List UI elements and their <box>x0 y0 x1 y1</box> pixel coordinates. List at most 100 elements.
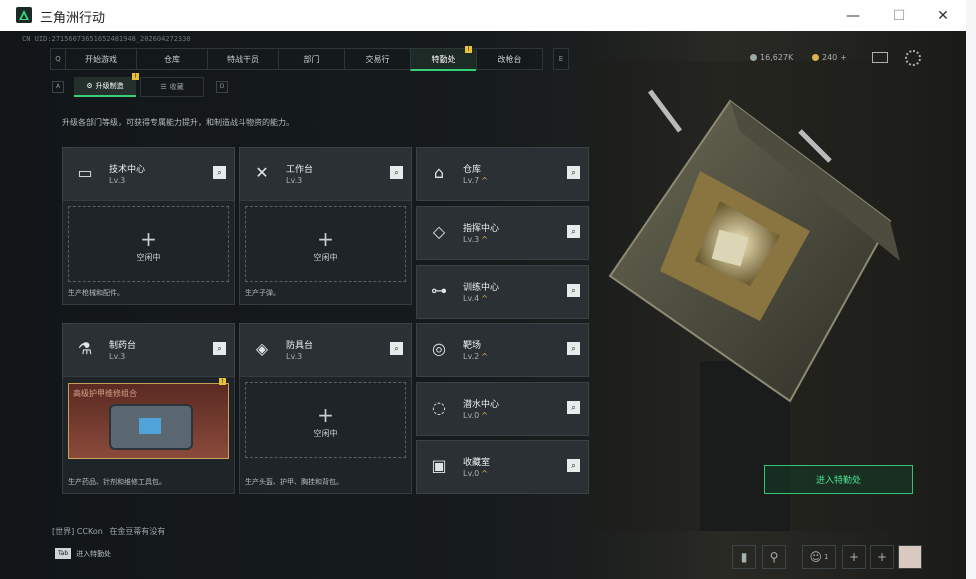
tab-gunsmith[interactable]: 改枪台 <box>476 48 543 70</box>
chat-user: CCKon <box>76 527 103 536</box>
search-icon[interactable]: ⌕ <box>567 284 580 297</box>
maximize-button[interactable]: ☐ <box>876 0 922 31</box>
dept-level: Lv.0 ^ <box>463 411 488 420</box>
workshop-name: 制药台 <box>109 341 137 351</box>
tab-hint-label: 进入特勤处 <box>76 549 112 558</box>
slot-description: 生产枪械和配件。 <box>68 289 124 297</box>
mail-icon[interactable] <box>872 52 888 63</box>
tab-trade[interactable]: 交易行 <box>344 48 410 70</box>
empty-slot: + 空闲中 <box>245 382 406 458</box>
add-icon: + <box>140 227 157 251</box>
currency-a: 16,627K <box>750 53 793 62</box>
dept-level: Lv.0 ^ <box>463 469 488 478</box>
chat-message[interactable]: [世界] CCKon 在金豆蒂有没有 <box>52 526 165 537</box>
search-icon[interactable]: ⌕ <box>567 401 580 414</box>
monitor-icon: ▭ <box>77 162 93 182</box>
tab-warehouse[interactable]: 仓库 <box>136 48 207 70</box>
craft-slot-tech-center[interactable]: + 空闲中 生产枪械和配件。 <box>62 200 235 305</box>
currency-b: 240 + <box>812 53 847 62</box>
dept-level: Lv.7 ^ <box>463 176 488 185</box>
tab-special-ops[interactable]: 特勤处 ! <box>410 46 476 71</box>
chat-text: 在金豆蒂有没有 <box>109 527 166 536</box>
dept-name: 潜水中心 <box>463 400 500 410</box>
workshop-armor-bench[interactable]: ◈ 防具台 Lv.3 ⌕ <box>239 323 412 377</box>
display-case-icon: ▣ <box>431 455 447 475</box>
nav-prev-key[interactable]: Q <box>50 48 65 70</box>
pin-icon[interactable]: ⚲ <box>762 545 786 569</box>
command-diamond-icon: ◇ <box>432 221 446 241</box>
workshop-tech-center[interactable]: ▭ 技术中心 Lv.3 ⌕ <box>62 147 235 201</box>
subnav-prev-key[interactable]: A <box>52 81 64 93</box>
friends-button[interactable]: ☺ 1 <box>802 545 836 569</box>
search-icon[interactable]: ⌕ <box>390 166 403 179</box>
ready-badge: ! <box>219 378 226 385</box>
search-icon[interactable]: ⌕ <box>390 342 403 355</box>
minimize-button[interactable]: — <box>830 0 876 31</box>
slot-status: 空闲中 <box>136 253 161 262</box>
search-icon[interactable]: ⌕ <box>567 166 580 179</box>
add-icon: + <box>317 403 334 427</box>
search-icon[interactable]: ⌕ <box>567 342 580 355</box>
workshop-name: 技术中心 <box>109 165 146 175</box>
add-currency-button[interactable]: + <box>840 53 847 62</box>
page-description: 升级各部门等级，可获得专属能力提升，和制造战斗物资的能力。 <box>62 118 294 127</box>
craft-slot-workbench[interactable]: + 空闲中 生产子弹。 <box>239 200 412 305</box>
search-icon[interactable]: ⌕ <box>213 342 226 355</box>
workshop-workbench[interactable]: ✕ 工作台 Lv.3 ⌕ <box>239 147 412 201</box>
slot-description: 生产药品、针剂和维修工具包。 <box>68 478 166 486</box>
add-team-button[interactable]: + <box>870 545 894 569</box>
tab-operators[interactable]: 特战干员 <box>207 48 278 70</box>
gold-coin-icon <box>812 54 819 61</box>
currency-b-value: 240 <box>822 53 838 62</box>
dept-command-center[interactable]: ◇ 指挥中心 Lv.3 ^ ⌕ <box>416 206 589 260</box>
subnav-next-key[interactable]: D <box>216 81 228 93</box>
coin-icon <box>750 54 757 61</box>
craft-slot-pharmacy[interactable]: 高级护甲维修组合 ! 生产药品、针剂和维修工具包。 <box>62 376 235 494</box>
sub-nav: A ⚙ 升级制造 ! ☰ 收藏 D <box>52 73 228 97</box>
add-icon: + <box>317 227 334 251</box>
tab-collection-label: 收藏 <box>169 83 184 91</box>
currency-a-value: 16,627K <box>760 53 794 62</box>
add-friend-button[interactable]: + <box>842 545 866 569</box>
tab-collection[interactable]: ☰ 收藏 <box>140 77 204 97</box>
upgrade-icon: ⚙ <box>86 82 93 90</box>
dept-level: Lv.3 ^ <box>463 235 488 244</box>
dept-level: Lv.4 ^ <box>463 294 488 303</box>
dept-diving-center[interactable]: ◌ 潜水中心 Lv.0 ^ ⌕ <box>416 382 589 436</box>
top-nav: Q 开始游戏 仓库 特战干员 部门 交易行 特勤处 ! 改枪台 E <box>50 46 569 71</box>
upgrade-arrow-icon: ^ <box>481 352 488 361</box>
workshop-level: Lv.3 <box>109 352 126 361</box>
enter-special-ops-button[interactable]: 进入特勤处 <box>764 465 913 494</box>
target-icon: ◎ <box>432 338 446 358</box>
upgrade-arrow-icon: ^ <box>481 411 488 420</box>
workshop-level: Lv.3 <box>286 176 303 185</box>
dept-collection-room[interactable]: ▣ 收藏室 Lv.0 ^ ⌕ <box>416 440 589 494</box>
dept-shooting-range[interactable]: ◎ 靶场 Lv.2 ^ ⌕ <box>416 323 589 377</box>
search-icon[interactable]: ⌕ <box>567 459 580 472</box>
tab-upgrade-craft-label: 升级制造 <box>95 82 124 90</box>
chat-channel: [世界] <box>52 527 75 536</box>
chart-icon[interactable]: ▮ <box>732 545 756 569</box>
upgrade-arrow-icon: ^ <box>481 469 488 478</box>
search-icon[interactable]: ⌕ <box>213 166 226 179</box>
tab-upgrade-craft[interactable]: ⚙ 升级制造 ! <box>74 73 139 97</box>
close-button[interactable]: ✕ <box>920 0 966 31</box>
nav-next-key[interactable]: E <box>553 48 569 70</box>
craft-slot-armor-bench[interactable]: + 空闲中 生产头盔、护甲、胸挂和背包。 <box>239 376 412 494</box>
upgrade-arrow-icon: ^ <box>481 294 488 303</box>
dept-name: 指挥中心 <box>463 224 500 234</box>
avatar[interactable] <box>898 545 922 569</box>
tab-hint[interactable]: Tab 进入特勤处 <box>55 548 111 559</box>
dept-name: 收藏室 <box>463 458 491 468</box>
settings-gear-icon[interactable] <box>905 50 921 66</box>
tab-department[interactable]: 部门 <box>278 48 344 70</box>
dept-warehouse[interactable]: ⌂ 仓库 Lv.7 ^ ⌕ <box>416 147 589 201</box>
dept-training-center[interactable]: ⊶ 训练中心 Lv.4 ^ ⌕ <box>416 265 589 319</box>
title-bar: 三角洲行动 — ☐ ✕ <box>0 0 966 31</box>
collection-icon: ☰ <box>160 83 167 91</box>
tab-key: Tab <box>55 548 72 559</box>
tab-start-game[interactable]: 开始游戏 <box>65 48 136 70</box>
friends-icon: ☺ <box>809 550 823 564</box>
workshop-pharmacy[interactable]: ⚗ 制药台 Lv.3 ⌕ <box>62 323 235 377</box>
search-icon[interactable]: ⌕ <box>567 225 580 238</box>
